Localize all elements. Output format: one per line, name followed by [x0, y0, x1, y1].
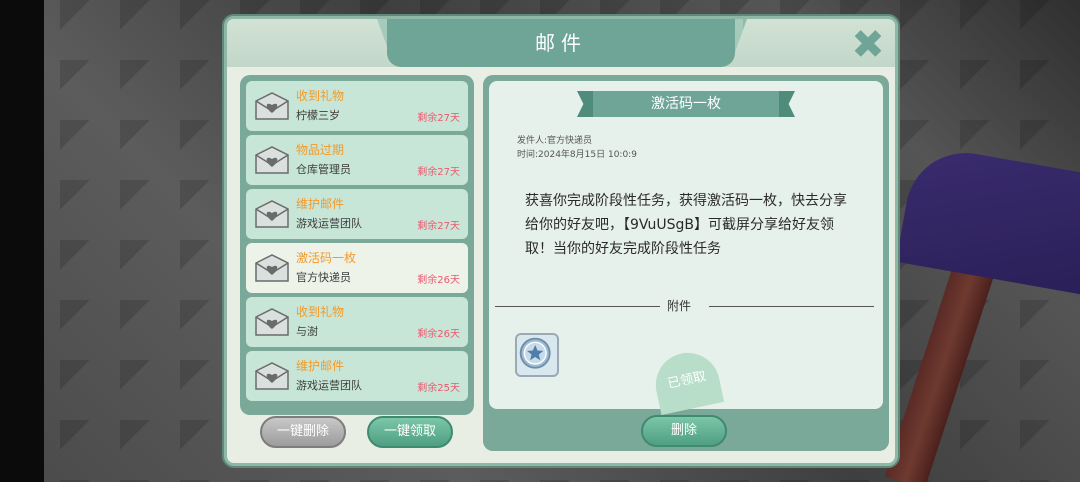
mail-item[interactable]: 收到礼物 与澍 剩余26天 [246, 297, 468, 347]
mail-days-left: 剩余25天 [417, 383, 460, 394]
envelope-heart-icon [255, 200, 289, 228]
delete-button[interactable]: 删除 [641, 415, 727, 447]
mail-sender: 游戏运营团队 [296, 217, 362, 230]
mail-days-left: 剩余26天 [417, 275, 460, 286]
mail-title: 激活码一枚 [296, 251, 357, 265]
dialog-title: 邮件 [535, 31, 587, 55]
mail-days-left: 剩余27天 [417, 113, 460, 124]
mail-detail-panel: 激活码一枚 发件人:官方快递员 时间:2024年8月15日 10:0:9 获喜你… [483, 75, 889, 451]
mail-detail-content: 激活码一枚 发件人:官方快递员 时间:2024年8月15日 10:0:9 获喜你… [489, 81, 883, 416]
mail-item[interactable]: 物品过期 仓库管理员 剩余27天 [246, 135, 468, 185]
mail-item[interactable]: 收到礼物 柠檬三岁 剩余27天 [246, 81, 468, 131]
attachment-label: 附件 [667, 299, 692, 313]
mail-days-left: 剩余26天 [417, 329, 460, 340]
mail-time-line: 时间:2024年8月15日 10:0:9 [517, 150, 637, 160]
envelope-heart-icon [255, 92, 289, 120]
claim-all-button[interactable]: 一键领取 [367, 416, 453, 448]
mail-item[interactable]: 维护邮件 游戏运营团队 剩余25天 [246, 351, 468, 401]
star-badge-icon [519, 337, 551, 369]
mail-sender: 与澍 [296, 325, 318, 338]
envelope-heart-icon [255, 146, 289, 174]
screen-edge [0, 0, 44, 482]
divider [709, 306, 874, 307]
envelope-heart-icon [255, 308, 289, 336]
envelope-heart-icon [255, 254, 289, 282]
attachment-item[interactable] [515, 333, 559, 377]
mail-item[interactable]: 维护邮件 游戏运营团队 剩余27天 [246, 189, 468, 239]
mail-title: 收到礼物 [296, 89, 345, 103]
mail-days-left: 剩余27天 [417, 167, 460, 178]
divider [495, 306, 660, 307]
mail-sender-line: 发件人:官方快递员 [517, 136, 593, 146]
title-bar: 邮件 ✖ [227, 19, 895, 67]
mail-title: 物品过期 [296, 143, 345, 157]
delete-all-button[interactable]: 一键删除 [260, 416, 346, 448]
envelope-heart-icon [255, 362, 289, 390]
mail-dialog: 邮件 ✖ 收到礼物 柠檬三岁 剩余27天 物品过期 仓库管理员 剩余27天 维护… [224, 16, 898, 466]
mail-title: 收到礼物 [296, 305, 345, 319]
mail-detail-title: 激活码一枚 [591, 91, 781, 117]
mail-sender: 柠檬三岁 [296, 109, 340, 122]
mail-body: 获喜你完成阶段性任务，获得激活码一枚，快去分享给你的好友吧，【9VuUSgB】可… [525, 193, 847, 257]
claimed-stamp: 已领取 [649, 346, 725, 416]
mail-sender: 游戏运营团队 [296, 379, 362, 392]
mail-sender: 仓库管理员 [296, 163, 351, 176]
mail-list[interactable]: 收到礼物 柠檬三岁 剩余27天 物品过期 仓库管理员 剩余27天 维护邮件 游戏… [240, 75, 474, 415]
mail-title: 维护邮件 [296, 197, 345, 211]
mail-item-selected[interactable]: 激活码一枚 官方快递员 剩余26天 [246, 243, 468, 293]
close-icon[interactable]: ✖ [849, 25, 887, 65]
mail-days-left: 剩余27天 [417, 221, 460, 232]
mail-sender: 官方快递员 [296, 271, 351, 284]
mail-title: 维护邮件 [296, 359, 345, 373]
